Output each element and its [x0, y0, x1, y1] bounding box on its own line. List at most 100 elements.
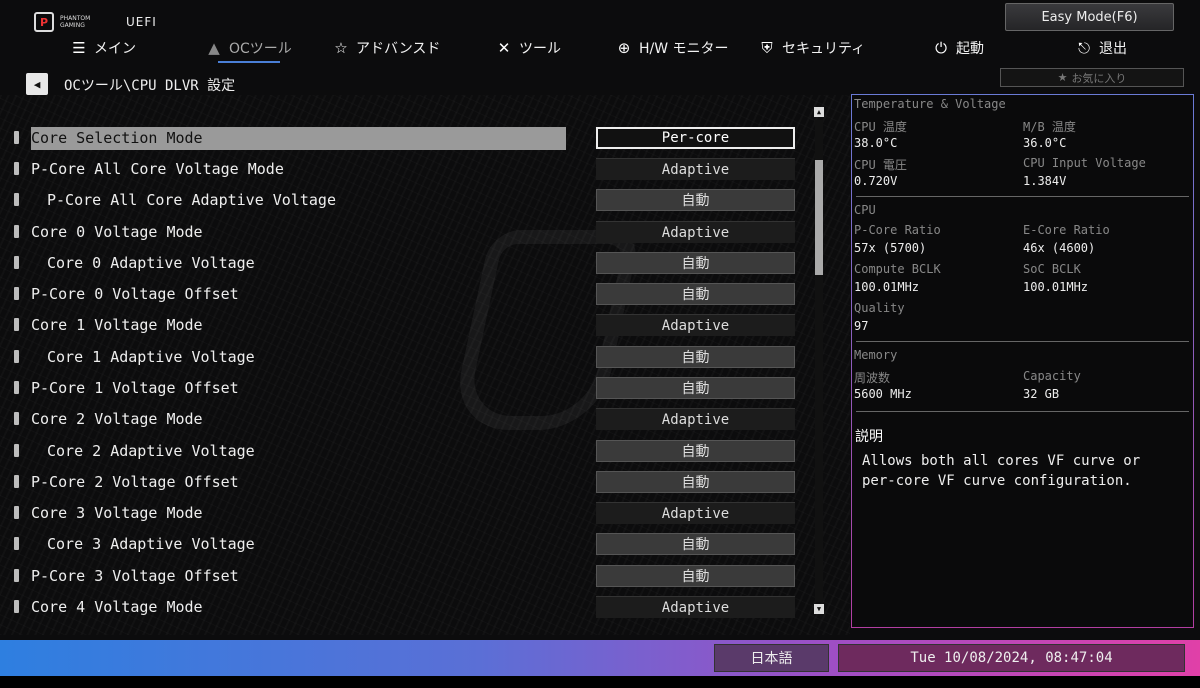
- setting-label: Core 0 Adaptive Voltage: [47, 254, 255, 272]
- setting-row[interactable]: Core 3 Voltage Mode Adaptive: [0, 498, 810, 529]
- setting-value-input[interactable]: 自動: [596, 283, 795, 305]
- back-arrow-icon: ◀: [33, 77, 41, 91]
- tab-advanced[interactable]: ☆ アドバンスド: [332, 34, 440, 62]
- setting-value-dropdown[interactable]: Per-core: [596, 127, 795, 149]
- arrow-down-icon: ▼: [816, 605, 822, 613]
- tab-exit-label: 退出: [1099, 41, 1127, 57]
- setting-row[interactable]: P-Core 3 Voltage Offset 自動: [0, 561, 810, 592]
- cpu-temp-value: 38.0°C: [854, 136, 898, 150]
- shield-icon: ⛨: [761, 39, 773, 57]
- row-bullet-icon: [14, 318, 19, 331]
- setting-label: Core 1 Voltage Mode: [31, 316, 203, 334]
- setting-row[interactable]: Core 1 Adaptive Voltage 自動: [0, 342, 810, 373]
- row-bullet-icon: [14, 350, 19, 363]
- setting-row[interactable]: P-Core All Core Voltage Mode Adaptive: [0, 154, 810, 185]
- setting-value-dropdown[interactable]: Adaptive: [596, 314, 795, 336]
- setting-value-dropdown[interactable]: Adaptive: [596, 221, 795, 243]
- setting-row[interactable]: Core 2 Adaptive Voltage 自動: [0, 436, 810, 467]
- rocket-icon: ▲: [208, 39, 220, 57]
- mb-temp-label: M/B 温度: [1023, 120, 1076, 134]
- row-bullet-icon: [14, 225, 19, 238]
- tab-main-label: メイン: [94, 41, 136, 57]
- favorites-label: お気に入り: [1071, 71, 1127, 85]
- brand-logo: P PHANTOM GAMING UEFI: [34, 12, 157, 32]
- tab-boot-label: 起動: [956, 41, 984, 57]
- scroll-up-button[interactable]: ▲: [814, 107, 824, 117]
- tab-tools[interactable]: ✕ ツール: [495, 34, 561, 62]
- setting-value-dropdown[interactable]: Adaptive: [596, 158, 795, 180]
- exit-icon: ⎋: [1078, 39, 1090, 57]
- favorites-button[interactable]: ★ お気に入り: [1000, 68, 1184, 87]
- setting-value-dropdown[interactable]: Adaptive: [596, 502, 795, 524]
- setting-row[interactable]: P-Core All Core Adaptive Voltage 自動: [0, 185, 810, 216]
- panel-divider: [856, 196, 1189, 197]
- crosshair-icon: ⊕: [617, 39, 631, 57]
- cpu-voltage-value: 0.720V: [854, 174, 898, 188]
- row-bullet-icon: [14, 131, 19, 144]
- setting-row[interactable]: Core 4 Voltage Mode Adaptive: [0, 592, 810, 623]
- setting-value-input[interactable]: 自動: [596, 533, 795, 555]
- tab-boot[interactable]: ⏻ 起動: [932, 34, 984, 62]
- tab-oc-tools[interactable]: ▲ OCツール: [205, 34, 292, 62]
- tab-security[interactable]: ⛨ セキュリティ: [758, 34, 865, 62]
- hardware-info-panel: Temperature & Voltage CPU 温度 38.0°C M/B …: [851, 94, 1194, 628]
- setting-value-input[interactable]: 自動: [596, 377, 795, 399]
- tab-main[interactable]: ☰ メイン: [70, 34, 136, 62]
- easy-mode-button[interactable]: Easy Mode(F6): [1005, 3, 1174, 31]
- ecore-ratio-value: 46x (4600): [1023, 241, 1096, 255]
- compute-bclk-value: 100.01MHz: [854, 280, 920, 294]
- tools-icon: ✕: [497, 39, 511, 57]
- scrollbar-thumb[interactable]: [815, 160, 823, 275]
- panel-divider: [856, 411, 1189, 412]
- setting-row[interactable]: P-Core 2 Voltage Offset 自動: [0, 467, 810, 498]
- setting-row[interactable]: Core 0 Voltage Mode Adaptive: [0, 217, 810, 248]
- setting-label: P-Core 2 Voltage Offset: [31, 473, 239, 491]
- tab-tools-label: ツール: [519, 41, 561, 57]
- setting-row[interactable]: P-Core 0 Voltage Offset 自動: [0, 279, 810, 310]
- setting-row[interactable]: Core 3 Adaptive Voltage 自動: [0, 529, 810, 560]
- setting-label: Core 2 Adaptive Voltage: [47, 442, 255, 460]
- setting-value-input[interactable]: 自動: [596, 252, 795, 274]
- setting-row[interactable]: Core 0 Adaptive Voltage 自動: [0, 248, 810, 279]
- setting-value-dropdown[interactable]: Adaptive: [596, 408, 795, 430]
- back-button[interactable]: ◀: [26, 73, 48, 95]
- setting-row[interactable]: Core Selection Mode Per-core: [0, 123, 810, 154]
- scroll-down-button[interactable]: ▼: [814, 604, 824, 614]
- power-icon: ⏻: [935, 39, 947, 57]
- star-icon: ☆: [334, 39, 348, 57]
- tab-exit[interactable]: ⎋ 退出: [1075, 34, 1127, 62]
- cpu-input-voltage-label: CPU Input Voltage: [1023, 156, 1146, 170]
- setting-label: P-Core All Core Voltage Mode: [31, 160, 284, 178]
- setting-row[interactable]: Core 1 Voltage Mode Adaptive: [0, 310, 810, 341]
- quality-value: 97: [854, 319, 869, 333]
- setting-value-dropdown[interactable]: Adaptive: [596, 596, 795, 618]
- datetime-display[interactable]: Tue 10/08/2024, 08:47:04: [838, 644, 1185, 672]
- row-bullet-icon: [14, 162, 19, 175]
- setting-label: Core 0 Voltage Mode: [31, 223, 203, 241]
- memory-capacity-label: Capacity: [1023, 369, 1081, 383]
- setting-value-input[interactable]: 自動: [596, 565, 795, 587]
- setting-value-input[interactable]: 自動: [596, 346, 795, 368]
- pcore-ratio-value: 57x (5700): [854, 241, 927, 255]
- setting-row[interactable]: Core 2 Voltage Mode Adaptive: [0, 404, 810, 435]
- setting-value-input[interactable]: 自動: [596, 189, 795, 211]
- setting-value-input[interactable]: 自動: [596, 440, 795, 462]
- setting-value-input[interactable]: 自動: [596, 471, 795, 493]
- breadcrumb: OCツール\CPU DLVR 設定: [64, 78, 236, 94]
- cpu-voltage-label: CPU 電圧: [854, 158, 907, 172]
- row-bullet-icon: [14, 569, 19, 582]
- tab-security-label: セキュリティ: [782, 41, 866, 57]
- setting-label: P-Core 1 Voltage Offset: [31, 379, 239, 397]
- memory-frequency-label: 周波数: [854, 371, 891, 385]
- setting-label: P-Core 3 Voltage Offset: [31, 567, 239, 585]
- language-button[interactable]: 日本語: [714, 644, 829, 672]
- setting-row[interactable]: P-Core 1 Voltage Offset 自動: [0, 373, 810, 404]
- tab-hw-monitor[interactable]: ⊕ H/W モニター: [615, 34, 729, 62]
- row-bullet-icon: [14, 600, 19, 613]
- phantom-gaming-logo-icon: P: [34, 12, 54, 32]
- memory-frequency-value: 5600 MHz: [854, 387, 912, 401]
- list-icon: ☰: [72, 39, 86, 57]
- cpu-section-title: CPU: [854, 203, 876, 217]
- row-bullet-icon: [14, 256, 19, 269]
- setting-label: Core 1 Adaptive Voltage: [47, 348, 255, 366]
